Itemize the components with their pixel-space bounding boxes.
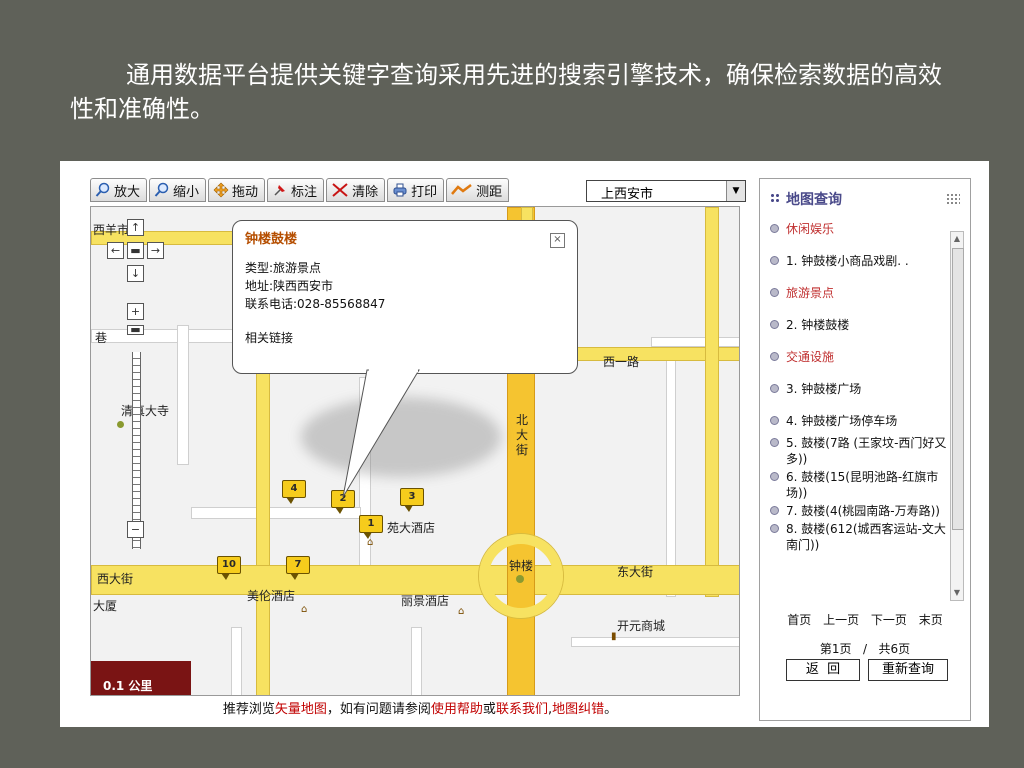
bullet-icon: [770, 438, 779, 447]
zoom-in-button[interactable]: 放大: [90, 178, 148, 202]
back-button[interactable]: 返 回: [786, 659, 860, 681]
bullet-icon: [770, 288, 779, 297]
zoom-out-button[interactable]: 缩小: [149, 178, 207, 202]
mark-button[interactable]: 标注: [267, 178, 325, 202]
ruler-icon: [451, 184, 472, 195]
list-item[interactable]: 8. 鼓楼(612(城西客运站-文大南门)): [766, 521, 951, 553]
list-item-label: 8. 鼓楼(612(城西客运站-文大南门)): [786, 522, 946, 552]
list-item[interactable]: 交通设施: [766, 349, 951, 365]
pagination: 首页 上一页 下一页 末页 第1页 / 共6页: [760, 611, 970, 657]
current-page: 第1页: [819, 642, 852, 656]
bullet-icon: [770, 352, 779, 361]
map-app-screenshot: 放大 缩小 拖动 标注 清除 打印 测距 上西安市 ▼ 西羊市 巷 清真大寺 西…: [60, 161, 989, 727]
zoom-in-label: 放大: [114, 184, 141, 200]
chevron-down-icon[interactable]: ▼: [726, 181, 745, 201]
magnifier-minus-icon: [154, 182, 169, 197]
printer-icon: [393, 183, 407, 197]
pan-button[interactable]: 拖动: [208, 178, 266, 202]
print-label: 打印: [411, 184, 438, 200]
list-item-label: 6. 鼓楼(15(昆明池路-红旗市场)): [786, 470, 939, 500]
measure-button[interactable]: 测距: [446, 178, 510, 202]
list-item[interactable]: 4. 钟鼓楼广场停车场: [766, 413, 951, 429]
bullet-icon: [770, 256, 779, 265]
zoom-out-label: 缩小: [173, 184, 200, 200]
pan-arrows-icon: [213, 182, 229, 198]
list-item-label: 休闲娱乐: [786, 222, 835, 236]
list-item-label: 交通设施: [786, 350, 835, 364]
list-item[interactable]: 6. 鼓楼(15(昆明池路-红旗市场)): [766, 469, 951, 501]
bullet-icon: [770, 384, 779, 393]
list-item[interactable]: 7. 鼓楼(4(桃园南路-万寿路)): [766, 503, 951, 519]
list-item-label: 4. 钟鼓楼广场停车场: [786, 414, 898, 428]
bullet-icon: [770, 320, 779, 329]
list-item[interactable]: 2. 钟楼鼓楼: [766, 317, 951, 333]
contact-link[interactable]: 联系我们: [496, 702, 548, 717]
page-separator: /: [862, 642, 868, 656]
list-item[interactable]: 3. 钟鼓楼广场: [766, 381, 951, 397]
total-pages: 共6页: [878, 642, 911, 656]
scroll-up-icon[interactable]: ▲: [951, 232, 963, 246]
magnifier-plus-icon: [95, 182, 110, 197]
list-item[interactable]: 旅游景点: [766, 285, 951, 301]
pan-label: 拖动: [232, 184, 259, 200]
list-item-label: 2. 钟楼鼓楼: [786, 318, 850, 332]
list-item[interactable]: 1. 钟鼓楼小商品戏剧. .: [766, 253, 951, 269]
footer-or: 或: [482, 702, 496, 717]
vector-map-link[interactable]: 矢量地图: [275, 702, 327, 717]
map-canvas[interactable]: 西羊市 巷 清真大寺 西一路 北大街 西大街 东大街 钟楼 大厦 美伦酒店 丽景…: [90, 206, 740, 696]
list-item-label: 旅游景点: [786, 286, 835, 300]
prev-page-link[interactable]: 上一页: [823, 613, 859, 627]
list-item[interactable]: 休闲娱乐: [766, 221, 951, 237]
print-button[interactable]: 打印: [387, 178, 445, 202]
bullet-icon: [770, 506, 779, 515]
scroll-down-icon[interactable]: ▼: [951, 586, 963, 600]
clear-label: 清除: [352, 184, 379, 200]
footer-middle: ，如有问题请参阅: [326, 702, 431, 717]
list-item[interactable]: 5. 鼓楼(7路 (王家坟-西门好又多)): [766, 435, 951, 467]
mark-label: 标注: [291, 184, 318, 200]
last-page-link[interactable]: 末页: [919, 613, 943, 627]
scale-bar: 0.1 公里: [91, 661, 191, 695]
panel-handle-icon: [946, 193, 960, 205]
city-select[interactable]: 上西安市 ▼: [586, 180, 746, 202]
bullet-icon: [770, 416, 779, 425]
first-page-link[interactable]: 首页: [787, 613, 811, 627]
grid-icon: [770, 193, 780, 203]
popup-pointer: [342, 369, 420, 498]
requery-button[interactable]: 重新查询: [868, 659, 948, 681]
list-item-label: 7. 鼓楼(4(桃园南路-万寿路)): [786, 504, 940, 518]
bullet-icon: [770, 224, 779, 233]
clear-x-icon: [332, 183, 348, 197]
slide-heading: 通用数据平台提供关键字查询采用先进的搜索引擎技术，确保检索数据的高效性和准确性。: [70, 61, 942, 123]
scroll-thumb[interactable]: [952, 248, 964, 530]
result-list: 休闲娱乐 1. 钟鼓楼小商品戏剧. . 旅游景点 2. 钟楼鼓楼 交通设施 3.…: [766, 221, 951, 581]
help-link[interactable]: 使用帮助: [431, 702, 483, 717]
measure-label: 测距: [476, 184, 503, 200]
result-scrollbar[interactable]: ▲ ▼: [950, 231, 964, 601]
pushpin-icon: [274, 185, 286, 196]
bullet-icon: [770, 524, 779, 533]
bullet-icon: [770, 472, 779, 481]
list-item-label: 5. 鼓楼(7路 (王家坟-西门好又多)): [786, 436, 947, 466]
list-item-label: 3. 钟鼓楼广场: [786, 382, 862, 396]
list-item-label: 1. 钟鼓楼小商品戏剧. .: [786, 254, 909, 268]
city-select-value: 上西安市: [601, 187, 654, 202]
map-footer: 推荐浏览矢量地图，如有问题请参阅使用帮助或联系我们,地图纠错。: [90, 696, 750, 724]
query-panel: 地图查询 休闲娱乐 1. 钟鼓楼小商品戏剧. . 旅游景点 2. 钟楼鼓楼 交通…: [759, 178, 971, 721]
scale-label: 0.1 公里: [103, 679, 153, 693]
clear-button[interactable]: 清除: [326, 178, 386, 202]
next-page-link[interactable]: 下一页: [871, 613, 907, 627]
panel-title: 地图查询: [786, 192, 842, 208]
map-correction-link[interactable]: 地图纠错: [552, 702, 604, 717]
footer-end: 。: [604, 702, 618, 717]
footer-prefix: 推荐浏览: [222, 702, 275, 717]
